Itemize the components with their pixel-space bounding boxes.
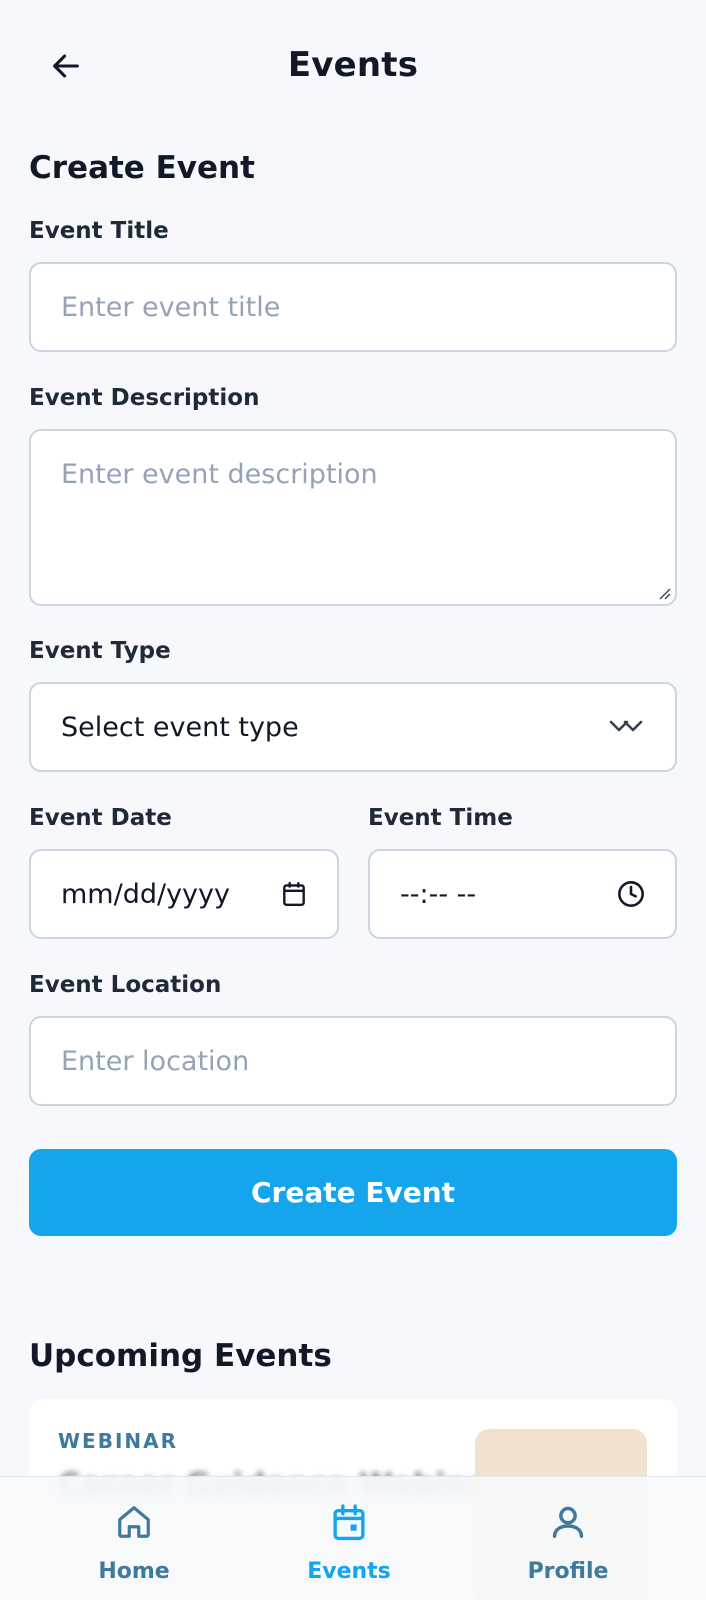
event-location-input[interactable]: Enter location [29, 1016, 677, 1106]
event-time-input[interactable]: --:-- -- [368, 849, 677, 939]
arrow-left-icon [53, 54, 79, 78]
user-icon [549, 1503, 587, 1545]
resize-handle-icon[interactable] [657, 586, 671, 600]
chevron-down-icon [607, 716, 645, 738]
home-icon [115, 1503, 153, 1545]
nav-label-home: Home [98, 1559, 170, 1584]
nav-label-profile: Profile [527, 1559, 609, 1584]
event-type-badge: WEBINAR [58, 1429, 179, 1453]
event-type-selected: Select event type [61, 711, 299, 743]
create-event-button[interactable]: Create Event [29, 1149, 677, 1236]
page-title: Events [287, 45, 419, 85]
calendar-icon [330, 1503, 368, 1547]
event-title-input[interactable]: Enter event title [29, 262, 677, 352]
event-type-select[interactable]: Select event type [29, 682, 677, 772]
event-date-label: Event Date [29, 805, 172, 831]
event-time-label: Event Time [368, 805, 513, 831]
event-description-placeholder: Enter event description [61, 459, 378, 490]
create-event-heading: Create Event [29, 150, 255, 186]
back-button[interactable] [44, 44, 88, 88]
event-title-label: Event Title [29, 218, 169, 244]
event-description-textarea[interactable]: Enter event description [29, 429, 677, 606]
nav-item-home[interactable]: Home [59, 1477, 209, 1600]
app-header: Events [0, 0, 706, 130]
event-location-label: Event Location [29, 972, 222, 998]
nav-item-profile[interactable]: Profile [493, 1477, 643, 1600]
event-description-label: Event Description [29, 385, 260, 411]
bottom-nav: Home Events Profile [0, 1476, 706, 1600]
event-time-value: --:-- -- [400, 878, 477, 910]
event-date-input[interactable]: mm/dd/yyyy [29, 849, 339, 939]
nav-label-events: Events [307, 1559, 391, 1584]
event-date-value: mm/dd/yyyy [61, 878, 230, 910]
clock-icon[interactable] [617, 880, 645, 908]
event-type-label: Event Type [29, 638, 171, 664]
events-page: Events Create Event Event Title Enter ev… [0, 0, 706, 1600]
calendar-picker-icon[interactable] [281, 880, 307, 908]
nav-item-events[interactable]: Events [274, 1477, 424, 1600]
event-location-placeholder: Enter location [61, 1045, 250, 1077]
upcoming-events-heading: Upcoming Events [29, 1338, 332, 1374]
event-title-placeholder: Enter event title [61, 291, 281, 323]
